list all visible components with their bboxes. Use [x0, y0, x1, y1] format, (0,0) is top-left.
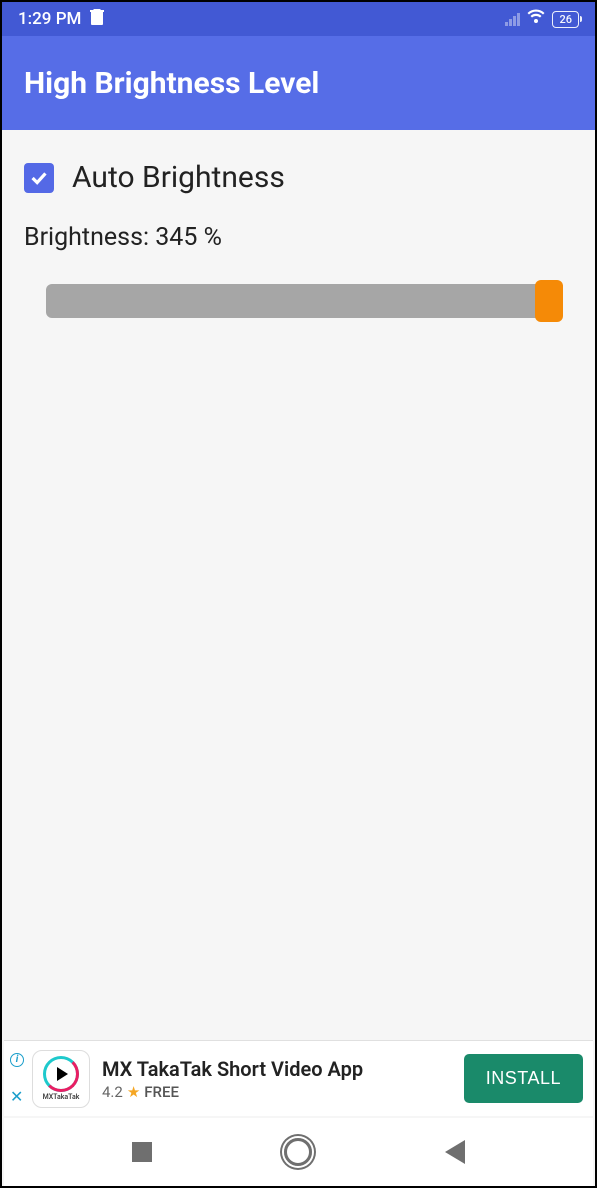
ad-banner[interactable]: i ✕ MXTakaTak MX TakaTak Short Video App… [4, 1040, 593, 1116]
ad-text: MX TakaTak Short Video App 4.2 ★ FREE [102, 1057, 464, 1101]
ad-close-icon[interactable]: ✕ [10, 1089, 24, 1105]
nav-recents-button[interactable] [122, 1132, 162, 1172]
status-right: 26 [505, 9, 579, 29]
nav-back-button[interactable] [435, 1132, 475, 1172]
ad-info-icon[interactable]: i [10, 1053, 24, 1067]
ad-rating: 4.2 [102, 1083, 123, 1101]
star-icon: ★ [127, 1083, 140, 1101]
brightness-slider[interactable] [46, 280, 551, 320]
auto-brightness-checkbox[interactable] [24, 163, 54, 193]
auto-brightness-label: Auto Brightness [72, 160, 285, 195]
page-title: High Brightness Level [24, 66, 319, 101]
app-bar: High Brightness Level [2, 36, 595, 130]
battery-icon: 26 [552, 11, 579, 28]
nav-home-button[interactable] [278, 1132, 318, 1172]
ad-title: MX TakaTak Short Video App [102, 1057, 464, 1081]
ad-meta: 4.2 ★ FREE [102, 1083, 464, 1101]
navigation-bar [4, 1118, 593, 1186]
brightness-value-label: Brightness: 345 % [24, 223, 573, 252]
slider-track [46, 284, 551, 318]
status-time: 1:29 PM [18, 9, 81, 29]
ad-price: FREE [144, 1083, 179, 1101]
install-button[interactable]: INSTALL [464, 1054, 583, 1103]
slider-thumb[interactable] [535, 280, 563, 322]
status-bar: 1:29 PM 26 [2, 2, 595, 36]
trash-icon [89, 8, 105, 30]
wifi-icon [526, 9, 546, 29]
auto-brightness-row[interactable]: Auto Brightness [24, 160, 573, 195]
ad-markers: i ✕ [10, 1053, 24, 1105]
signal-icon [505, 12, 520, 26]
status-left: 1:29 PM [18, 8, 105, 30]
content-area: Auto Brightness Brightness: 345 % [2, 130, 595, 350]
ad-app-icon: MXTakaTak [32, 1050, 90, 1108]
